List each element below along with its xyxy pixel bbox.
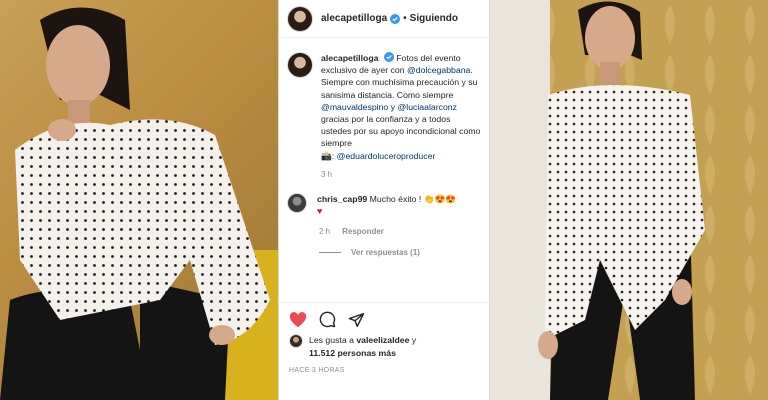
comment: chris_cap99 Mucho éxito ! 👏😍😍 ♥ [287,192,481,217]
caption-time: 3 h [321,169,333,179]
caption-username[interactable]: alecapetilloga [321,53,378,63]
following-button[interactable]: Siguiendo [410,13,458,24]
post-header: alecapetilloga • Siguiendo [279,0,489,38]
comment-text: chris_cap99 Mucho éxito ! 👏😍😍 ♥ [317,193,467,217]
heart-icon[interactable] [289,311,307,328]
likes-conj: y [411,335,417,345]
post-photo-left [0,0,278,400]
camera-emoji: 📸: [321,150,335,161]
verified-badge-icon [390,13,401,24]
mention-link[interactable]: @dolcegabbana [407,65,470,75]
photo-left-illustration [0,0,278,400]
caption-and: y [390,101,396,112]
post-comments-area: alecapetilloga Fotos del evento exclusiv… [279,38,489,257]
post-timestamp: HACE 3 HORAS [289,367,345,374]
replies-divider-line [319,251,341,253]
mention-link[interactable]: @luciaalarconz [397,102,457,112]
commenter-username[interactable]: chris_cap99 [317,194,367,204]
commenter-avatar[interactable] [287,192,307,213]
action-bar [279,302,489,328]
view-replies-label: Ver respuestas (1) [351,247,420,257]
mention-link[interactable]: @eduardoluceroproducer [337,151,436,161]
liker-username[interactable]: valeelizaldee [356,335,409,345]
post-photo-right [490,0,768,400]
likes-prefix: Les gusta a [309,335,354,345]
verified-badge-icon [383,52,394,62]
comment-meta: 2 h Responder [319,227,481,236]
red-heart-emoji: ♥ [317,205,323,216]
instagram-post-panel: alecapetilloga • Siguiendo alecapetillog… [278,0,490,400]
author-avatar[interactable] [287,5,313,32]
header-separator: • [403,13,407,24]
photo-right-illustration [490,0,768,400]
caption-text: alecapetilloga Fotos del evento exclusiv… [321,52,481,162]
comment-icon[interactable] [319,311,336,328]
likes-text: Les gusta a valeelizaldee y 11.512 perso… [309,334,416,359]
comment-body: Mucho éxito ! 👏😍😍 [369,193,457,204]
likes-summary: Les gusta a valeelizaldee y 11.512 perso… [289,334,416,359]
likes-count[interactable]: 11.512 personas más [309,348,396,358]
caption: alecapetilloga Fotos del evento exclusiv… [287,52,481,162]
author-username[interactable]: alecapetilloga [321,13,387,24]
caption-avatar[interactable] [287,52,313,78]
comment-time: 2 h [319,226,331,236]
mention-link[interactable]: @mauvaldespino [321,102,388,112]
reply-button[interactable]: Responder [342,227,384,236]
caption-line-3: gracias por la confianza y a todos usted… [321,114,481,149]
share-icon[interactable] [348,312,365,328]
view-replies-button[interactable]: Ver respuestas (1) [319,248,481,257]
liker-avatar[interactable] [289,334,303,348]
